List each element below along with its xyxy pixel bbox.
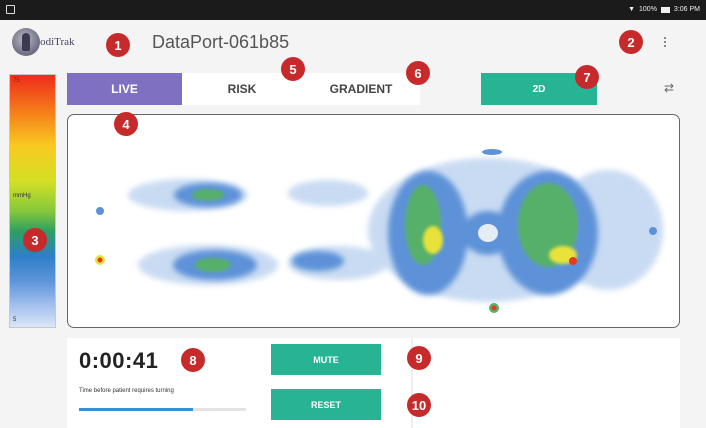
reset-button[interactable]: RESET <box>271 389 381 420</box>
callout-badge: 10 <box>407 393 431 417</box>
callout-badge: 9 <box>407 346 431 370</box>
dot-icon <box>664 37 666 39</box>
battery-percent: 100% <box>639 6 657 13</box>
dot-icon <box>664 45 666 47</box>
callout-badge: 3 <box>23 228 47 252</box>
pressure-scale-legend: 75 mmHg 5 <box>9 74 56 328</box>
signal-icon: ▼ <box>628 6 636 13</box>
turning-progress-fill <box>79 408 193 411</box>
status-indicators: ▼ 100% 3:06 PM <box>628 6 700 13</box>
callout-badge: 4 <box>114 112 138 136</box>
callout-badge: 5 <box>281 57 305 81</box>
scale-max-label: 75 <box>13 78 20 84</box>
callout-badge: 8 <box>181 348 205 372</box>
callout-badge: 2 <box>619 30 643 54</box>
callout-badge: 6 <box>406 61 430 85</box>
turning-timer-panel: 0:00:41 Time before patient requires tur… <box>67 338 680 428</box>
view-tabs: LIVE RISK GRADIENT <box>67 73 420 105</box>
pressure-heatmap <box>95 149 663 313</box>
clock: 3:06 PM <box>673 6 700 13</box>
tab-live[interactable]: LIVE <box>67 73 182 105</box>
callout-badge: 7 <box>575 65 599 89</box>
app-logo: PodiTrak <box>12 28 75 56</box>
logo-icon <box>12 28 40 56</box>
mute-button[interactable]: MUTE <box>271 344 381 375</box>
scale-min-label: 5 <box>13 317 17 323</box>
timer-caption: Time before patient requires turning <box>79 388 174 394</box>
turning-progress-bar <box>79 408 246 411</box>
elapsed-timer: 0:00:41 <box>79 348 159 373</box>
swap-arrows-icon[interactable]: ⇄ <box>660 80 678 96</box>
device-title: DataPort-061b85 <box>152 32 290 52</box>
logo-text: PodiTrak <box>34 36 75 48</box>
scale-unit-label: mmHg <box>13 193 31 199</box>
dot-icon <box>664 41 666 43</box>
overflow-menu-button[interactable] <box>657 31 673 53</box>
status-bar: ▼ 100% 3:06 PM <box>0 0 706 20</box>
callout-badge: 1 <box>106 33 130 57</box>
pressure-map <box>67 114 680 328</box>
tab-gradient[interactable]: GRADIENT <box>302 73 420 105</box>
battery-icon <box>660 6 670 13</box>
notification-icon <box>6 5 15 14</box>
